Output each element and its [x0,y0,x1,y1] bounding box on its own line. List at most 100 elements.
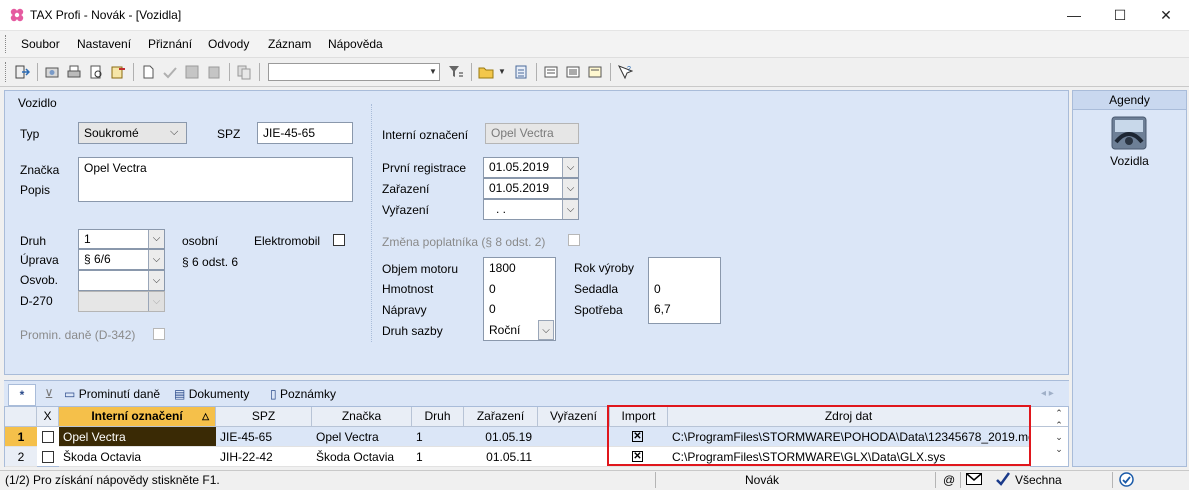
druh-sazby-input[interactable]: Roční [489,323,520,337]
delete-icon[interactable] [206,64,222,80]
chevron-down-icon[interactable]: ⌵ [148,250,164,269]
cell-interni[interactable]: Opel Vectra [59,427,216,447]
menu-napoveda[interactable]: Nápověda [328,37,383,51]
note-icon[interactable] [587,64,603,80]
print-icon[interactable] [66,64,82,80]
cell-vyrazeni[interactable] [538,447,610,467]
row-number[interactable]: 2 [5,447,37,467]
cell-zarazeni[interactable]: 01.05.19 [464,427,538,447]
filter-icon[interactable]: ⊻ [36,384,62,404]
objem-input[interactable]: 1800 [489,261,516,275]
elektromobil-label: Elektromobil [254,234,321,248]
sedadla-input[interactable]: 0 [654,282,661,296]
menu-nastaveni[interactable]: Nastavení [77,37,131,51]
chevron-down-icon[interactable]: ⌵ [562,200,578,219]
checkmark-icon [996,472,1010,486]
export-icon[interactable] [110,64,126,80]
exit-icon[interactable] [14,64,30,80]
close-button[interactable]: ✕ [1143,0,1189,30]
copy-icon[interactable] [236,64,252,80]
minimize-button[interactable]: — [1051,0,1097,30]
confirm-icon[interactable] [162,64,178,80]
cell-vyrazeni[interactable] [538,427,610,447]
menu-grip[interactable] [5,35,9,53]
tab-star[interactable]: * [8,384,36,406]
chevron-down-icon[interactable]: ▼ [498,67,506,76]
filter-select[interactable] [268,63,440,81]
tab-scroll-arrows[interactable]: ◂ ▸ [1041,384,1054,404]
new-record-icon[interactable] [140,64,156,80]
column-header-interni[interactable]: Interní označení △ [59,407,216,427]
tab-prominuti-dane[interactable]: ▭ Prominutí daně [64,384,160,404]
napravy-input[interactable]: 0 [489,302,496,316]
print-preview-icon[interactable] [88,64,104,80]
column-header-interni-label: Interní označení [91,409,183,423]
spz-input[interactable]: JIE-45-65 [257,122,353,144]
grid-scroll-controls[interactable]: ⌃ ⌃ ⌄ ⌄ [1052,407,1066,465]
toolbar-grip[interactable] [5,62,9,82]
filter-icon[interactable] [448,64,464,80]
app-flower-icon [10,8,24,22]
chevron-down-icon[interactable]: ⌵ [148,230,164,248]
tab-dokumenty[interactable]: ▤ Dokumenty [174,384,249,404]
settings-icon[interactable] [44,64,60,80]
uprava-description: § 6 odst. 6 [182,255,239,269]
cell-znacka[interactable]: Opel Vectra [312,427,412,447]
popis-label: Popis [20,183,51,197]
folder-icon[interactable] [478,64,494,80]
chevron-down-icon[interactable]: ⌵ [148,271,164,290]
agendy-item-vozidla[interactable]: Vozidla [1073,154,1186,168]
znacka-popis-textarea[interactable]: Opel Vectra [78,157,353,202]
menu-odvody[interactable]: Odvody [208,37,249,51]
cell-znacka[interactable]: Škoda Octavia [312,447,412,467]
cell-druh[interactable]: 1 [412,427,464,447]
cell-zarazeni[interactable]: 01.05.11 [464,447,538,467]
chevron-down-icon[interactable]: ⌵ [562,158,578,177]
chevron-down-icon[interactable]: ⌵ [170,126,178,139]
spotreba-input[interactable]: 6,7 [654,302,671,316]
d270-label: D-270 [20,294,53,308]
tab-poznamky[interactable]: ▯ Poznámky [270,384,336,404]
column-header-zarazeni[interactable]: Zařazení [464,407,538,427]
toolbar-separator [471,63,472,81]
rok-vyroby-label: Rok výroby [574,261,635,275]
chevron-down-icon[interactable]: ⌵ [562,179,578,198]
row-select-checkbox[interactable] [42,451,54,463]
column-header-spz[interactable]: SPZ [216,407,312,427]
zarazeni-label: Zařazení [382,182,430,196]
vozidla-dashboard-icon[interactable] [1111,116,1147,150]
menu-soubor[interactable]: Soubor [21,37,60,51]
row-select-checkbox[interactable] [42,431,54,443]
row-number[interactable]: 1 [5,427,37,447]
save-icon[interactable] [184,64,200,80]
help-icon[interactable]: ? [617,64,633,80]
menu-priznani[interactable]: Přiznání [148,37,192,51]
napravy-label: Nápravy [382,303,427,317]
chevron-down-icon[interactable]: ▼ [429,67,437,76]
column-header-vyrazeni[interactable]: Vyřazení [538,407,610,427]
uprava-label: Úprava [20,253,59,267]
cell-interni[interactable]: Škoda Octavia [59,447,216,467]
cell-spz[interactable]: JIH-22-42 [216,447,312,467]
hmotnost-input[interactable]: 0 [489,282,496,296]
list-view-icon[interactable] [543,64,559,80]
cell-spz[interactable]: JIE-45-65 [216,427,312,447]
menu-zaznam[interactable]: Záznam [268,37,311,51]
calculator-icon[interactable] [513,64,529,80]
objem-label: Objem motoru [382,262,459,276]
mail-icon[interactable] [966,473,982,485]
column-header-druh[interactable]: Druh [412,407,464,427]
chevron-down-icon[interactable]: ⌵ [538,320,554,340]
elektromobil-checkbox[interactable] [333,234,345,246]
column-header-znacka[interactable]: Značka [312,407,412,427]
card-icon: ▭ [64,387,76,401]
status-filter: Všechna [1015,473,1062,487]
toolbar-separator [229,63,230,81]
cell-druh[interactable]: 1 [412,447,464,467]
toolbar-separator [536,63,537,81]
column-header-x[interactable]: X [37,407,59,427]
status-ok-icon[interactable] [1119,472,1134,487]
maximize-button[interactable]: ☐ [1097,0,1143,30]
form-view-icon[interactable] [565,64,581,80]
chevron-down-icon: ⌵ [148,292,164,311]
